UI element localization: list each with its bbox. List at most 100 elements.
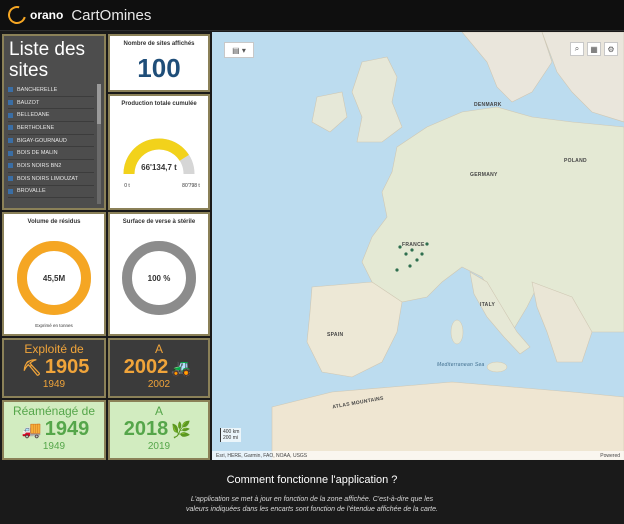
map-label-italy: ITALY	[480, 302, 496, 308]
exploitation-start-card: Exploité de ⛏ 1905 1949	[2, 338, 106, 398]
reamenagement-end-sub: 2019	[147, 441, 171, 452]
map-search-button[interactable]: ⌕	[570, 42, 584, 56]
site-marker[interactable]	[425, 242, 429, 246]
site-label: BANCHERELLE	[17, 86, 58, 93]
reamenagement-end-value: 2018	[123, 418, 169, 440]
map-settings-button[interactable]: ⚙	[604, 42, 618, 56]
site-item[interactable]: BERTHOLENE	[8, 122, 94, 135]
help-text: L'application se met à jour en fonction …	[0, 495, 624, 515]
exploitation-end-card: A 2002 🚜 2002	[108, 338, 210, 398]
help-text-line-2: valeurs indiquées dans les encarts sont …	[186, 506, 438, 513]
reamenagement-end-title: A	[154, 404, 163, 418]
residus-volume-card: Volume de résidus 45,5M Exprimé en tonne…	[2, 212, 106, 336]
site-label: BERTHOLENE	[17, 124, 55, 131]
help-text-line-1: L'application se met à jour en fonction …	[190, 496, 434, 503]
map-attribution-text: Esri, HERE, Garmin, FAO, NOAA, USGS	[216, 453, 308, 459]
exploitation-start-main: ⛏ 1905	[4, 356, 104, 379]
production-gauge-value: 66'134,7 t	[141, 163, 177, 172]
surface-verse-card: Surface de verse à stérile 100 %	[108, 212, 210, 336]
site-marker-icon	[8, 163, 13, 169]
sites-list-scroll-thumb[interactable]	[97, 84, 101, 124]
site-marker-icon	[8, 188, 13, 194]
sites-list: BANCHERELLE BAUZOT BELLEDANE BERTHOLENE …	[8, 84, 94, 206]
exploitation-end-title: A	[154, 342, 163, 356]
exploitation-end-value: 2002	[123, 356, 169, 378]
reamenagement-end-card: A 2018 🌿 2019	[108, 400, 210, 460]
map-basemap-button[interactable]: ▦	[587, 42, 601, 56]
map-label-france: FRANCE	[402, 242, 425, 248]
truck-icon: 🚚	[21, 421, 42, 439]
site-label: BROVALLE	[17, 188, 46, 195]
reamenagement-start-title: Réaménagé de	[12, 404, 96, 418]
exploitation-start-sub: 1949	[42, 379, 66, 390]
site-marker-icon	[8, 138, 13, 144]
site-marker-icon	[8, 150, 13, 156]
surface-verse-value: 100 %	[148, 274, 171, 283]
sites-list-panel: Liste des sites BANCHERELLE BAUZOT BELLE…	[2, 34, 106, 210]
site-item[interactable]: BOIS NOIRS LIMOUZAT	[8, 173, 94, 186]
exploitation-start-title: Exploité de	[24, 342, 84, 356]
site-marker-icon	[8, 176, 13, 182]
brand-name: orano	[30, 8, 64, 22]
orano-logo-icon	[4, 2, 30, 28]
production-gauge-max: 80'798 t	[182, 183, 200, 189]
map-label-mediterranean: Mediterranean Sea	[437, 362, 485, 368]
layers-icon: ▤ ▾	[232, 45, 246, 55]
residus-volume-value: 45,5M	[43, 274, 66, 283]
map-toolbar: ⌕ ▦ ⚙	[570, 42, 618, 56]
europe-map[interactable]: DENMARK POLAND GERMANY FRANCE SPAIN ITAL…	[212, 32, 624, 460]
map-scale-bar: 400 km 200 mi	[220, 428, 242, 442]
exploitation-end-main: 2002 🚜	[110, 356, 208, 379]
sites-count-value: 100	[137, 53, 181, 83]
site-label: BOIS NOIRS BN2	[17, 162, 62, 169]
map-label-denmark: DENMARK	[474, 102, 502, 108]
map-powered-by[interactable]: Powered	[600, 453, 620, 459]
site-label: BIGAY-GOURNAUD	[17, 137, 67, 144]
top-bar: orano CartOmines	[0, 0, 624, 31]
map-label-poland: POLAND	[564, 158, 587, 164]
site-label: BAUZOT	[17, 99, 40, 106]
site-item[interactable]: BANCHERELLE	[8, 84, 94, 97]
residus-unit-note: Exprimé en tonnes	[35, 323, 73, 328]
site-marker-icon	[8, 125, 13, 131]
site-marker[interactable]	[395, 268, 399, 272]
excavator-icon: 🚜	[171, 359, 192, 377]
sites-count-card: Nombre de sites affichés 100	[108, 34, 210, 92]
map-layers-button[interactable]: ▤ ▾	[224, 42, 254, 58]
exploitation-end-sub: 2002	[147, 379, 171, 390]
leaf-icon: 🌿	[171, 421, 192, 439]
production-gauge: 66'134,7 t 0 t 80'798 t	[123, 138, 200, 189]
site-marker-icon	[8, 112, 13, 118]
site-item[interactable]: BROVALLE	[8, 186, 94, 199]
site-marker-icon	[8, 87, 13, 93]
site-marker[interactable]	[408, 264, 412, 268]
pickaxe-icon: ⛏	[21, 359, 42, 377]
map-attribution: Esri, HERE, Garmin, FAO, NOAA, USGS Powe…	[212, 451, 624, 460]
site-item[interactable]: BIGAY-GOURNAUD	[8, 135, 94, 148]
site-item[interactable]: BAUZOT	[8, 97, 94, 110]
production-gauge-card: Production totale cumulée 66'134,7 t 0 t…	[108, 94, 210, 210]
site-marker[interactable]	[404, 252, 408, 256]
reamenagement-start-value: 1949	[44, 418, 90, 440]
site-marker[interactable]	[410, 248, 414, 252]
scale-mi: 200 mi	[223, 435, 239, 441]
reamenagement-start-card: Réaménagé de 🚚 1949 1949	[2, 400, 106, 460]
search-icon: ⌕	[574, 44, 580, 53]
reamenagement-start-sub: 1949	[42, 441, 66, 452]
site-label: BELLEDANE	[17, 112, 50, 119]
sites-count-title: Nombre de sites affichés	[123, 41, 195, 47]
site-marker[interactable]	[420, 252, 424, 256]
site-marker[interactable]	[415, 258, 419, 262]
surface-ring: 100 %	[122, 241, 196, 315]
reamenagement-end-main: 2018 🌿	[110, 418, 208, 441]
site-label: BOIS NOIRS LIMOUZAT	[17, 175, 79, 182]
site-item[interactable]: BOIS DE MALIN	[8, 147, 94, 161]
production-gauge-min: 0 t	[124, 183, 130, 189]
site-item[interactable]: BOIS NOIRS BN2	[8, 160, 94, 173]
site-item[interactable]: BELLEDANE	[8, 109, 94, 123]
site-label: BOIS DE MALIN	[17, 150, 58, 157]
exploitation-start-value: 1905	[44, 356, 90, 378]
app-title: CartOmines	[71, 6, 152, 24]
gear-icon: ⚙	[607, 44, 615, 54]
site-marker-icon	[8, 100, 13, 106]
